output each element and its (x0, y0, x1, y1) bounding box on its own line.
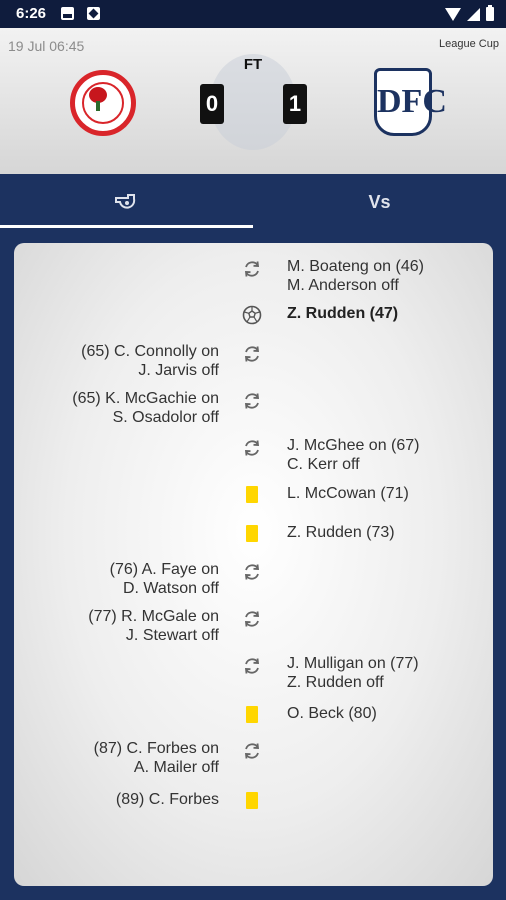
home-team-crest-icon[interactable] (70, 70, 136, 136)
event-line: J. Mulligan on (77) (287, 655, 419, 672)
substitution-icon (244, 564, 260, 580)
substitution-icon (244, 611, 260, 627)
event-line: M. Boateng on (46) (287, 258, 424, 275)
home-event-text: (77) R. McGale on J. Stewart off (19, 607, 219, 645)
away-event-text: M. Boateng on (46) M. Anderson off (287, 257, 487, 295)
wifi-icon (445, 7, 461, 21)
event-row: J. McGhee on (67) C. Kerr off (14, 436, 493, 476)
event-line: S. Osadolor off (112, 409, 219, 426)
goal-ball-icon (242, 305, 262, 325)
event-line: J. McGhee on (67) (287, 437, 420, 454)
event-line: (87) C. Forbes on (93, 740, 219, 757)
home-event-text: (65) C. Connolly on J. Jarvis off (19, 342, 219, 380)
event-line: O. Beck (80) (287, 705, 377, 722)
away-event-text: J. Mulligan on (77) Z. Rudden off (287, 654, 487, 692)
event-line: (89) C. Forbes (115, 791, 219, 808)
home-event-text: (65) K. McGachie on S. Osadolor off (19, 389, 219, 427)
substitution-icon (244, 743, 260, 759)
event-line: A. Mailer off (133, 759, 219, 776)
event-line: Z. Rudden off (287, 674, 384, 691)
substitution-icon (244, 346, 260, 362)
yellow-card-icon (246, 486, 258, 503)
event-row: Z. Rudden (47) (14, 304, 493, 344)
away-event-text: Z. Rudden (47) (287, 304, 487, 323)
away-event-text: O. Beck (80) (287, 704, 487, 723)
event-line: J. Jarvis off (138, 362, 219, 379)
match-header: 19 Jul 06:45 League Cup FT 0 1 DFC (0, 28, 506, 174)
competition-label: League Cup (439, 38, 499, 50)
event-row: O. Beck (80) (14, 704, 493, 744)
away-score: 1 (283, 84, 307, 124)
match-events-card: M. Boateng on (46) M. Anderson off Z. Rudd… (14, 243, 493, 886)
event-row: (76) A. Faye on D. Watson off (14, 560, 493, 600)
yellow-card-icon (246, 525, 258, 542)
event-row: Z. Rudden (73) (14, 523, 493, 563)
app-notification-icon (87, 7, 100, 20)
tab-vs[interactable]: Vs (253, 174, 506, 230)
away-event-text: L. McCowan (71) (287, 484, 487, 503)
away-event-text: J. McGhee on (67) C. Kerr off (287, 436, 487, 474)
status-bar: 6:26 (0, 0, 506, 28)
event-line: L. McCowan (71) (287, 485, 409, 502)
event-line: D. Watson off (122, 580, 219, 597)
cell-signal-icon (467, 7, 480, 21)
substitution-icon (244, 393, 260, 409)
substitution-icon (244, 658, 260, 674)
tab-events[interactable] (0, 174, 253, 230)
event-line: J. Stewart off (125, 627, 219, 644)
substitution-icon (244, 440, 260, 456)
event-row: (77) R. McGale on J. Stewart off (14, 607, 493, 647)
event-row: L. McCowan (71) (14, 484, 493, 524)
event-line: Z. Rudden (47) (287, 305, 399, 322)
home-event-text: (89) C. Forbes (19, 790, 219, 809)
battery-icon (486, 5, 494, 21)
event-line: (65) C. Connolly on (81, 343, 219, 360)
event-line: (76) A. Faye on (109, 561, 219, 578)
home-event-text: (87) C. Forbes on A. Mailer off (19, 739, 219, 777)
status-indicators (445, 5, 494, 23)
event-row: (65) C. Connolly on J. Jarvis off (14, 342, 493, 382)
event-line: C. Kerr off (287, 456, 360, 473)
crest-monogram: DFC (377, 83, 447, 120)
event-line: (77) R. McGale on (88, 608, 219, 625)
tab-bar: Vs (0, 174, 506, 230)
match-date: 19 Jul 06:45 (8, 38, 85, 54)
event-row: (87) C. Forbes on A. Mailer off (14, 739, 493, 779)
event-row: (89) C. Forbes (14, 790, 493, 830)
status-time: 6:26 (16, 5, 47, 22)
substitution-icon (244, 261, 260, 277)
event-line: Z. Rudden (73) (287, 524, 395, 541)
away-team-crest-icon[interactable]: DFC (374, 68, 447, 136)
gallery-notification-icon (61, 7, 74, 20)
away-event-text: Z. Rudden (73) (287, 523, 487, 542)
yellow-card-icon (246, 706, 258, 723)
event-row: J. Mulligan on (77) Z. Rudden off (14, 654, 493, 694)
home-event-text: (76) A. Faye on D. Watson off (19, 560, 219, 598)
event-row: (65) K. McGachie on S. Osadolor off (14, 389, 493, 429)
match-status: FT (243, 56, 263, 73)
yellow-card-icon (246, 792, 258, 809)
whistle-icon (115, 194, 136, 209)
active-tab-indicator (0, 225, 253, 228)
event-line: M. Anderson off (287, 277, 399, 294)
home-score: 0 (200, 84, 224, 124)
event-row: M. Boateng on (46) M. Anderson off (14, 257, 493, 297)
event-line: (65) K. McGachie on (72, 390, 219, 407)
